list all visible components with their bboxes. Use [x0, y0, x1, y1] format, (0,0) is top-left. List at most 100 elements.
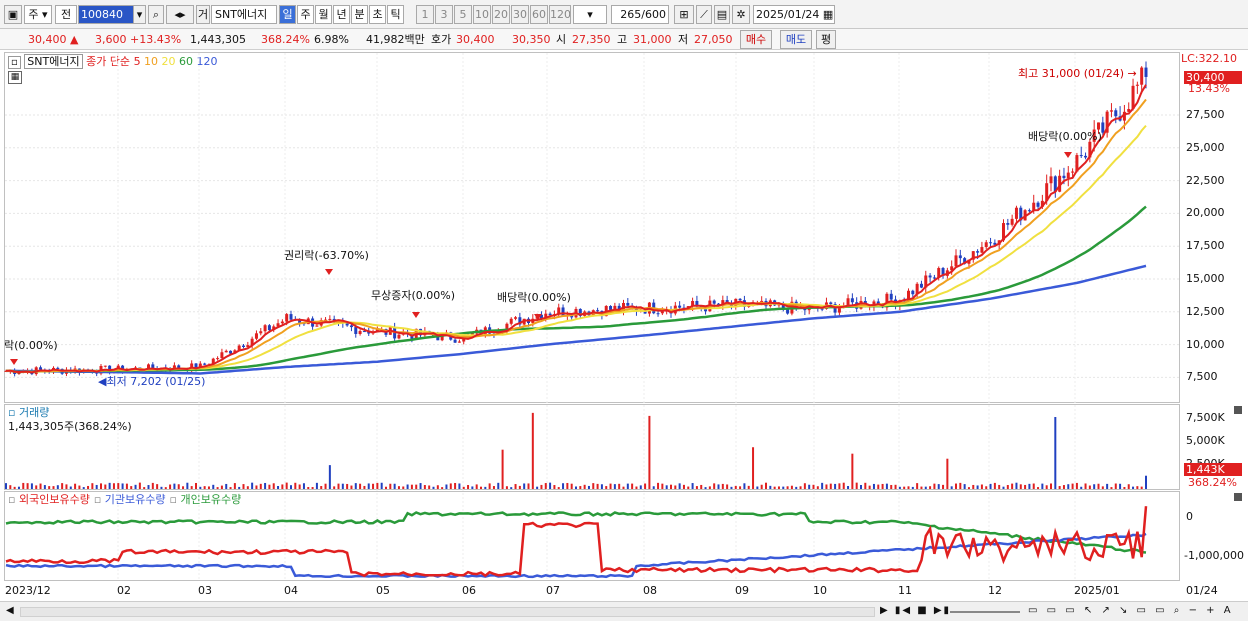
- scroll-track[interactable]: [20, 607, 875, 617]
- save-icon[interactable]: ▤: [714, 5, 730, 24]
- x-axis-label: 03: [198, 584, 212, 597]
- period-6[interactable]: 틱: [387, 5, 404, 24]
- price-change: 3,600: [95, 33, 127, 46]
- holding-legend-2: ▫ 개인보유수량: [169, 493, 242, 506]
- interval-10[interactable]: 10: [473, 5, 491, 24]
- interval-20[interactable]: 20: [492, 5, 510, 24]
- count-field[interactable]: 265/600: [611, 5, 669, 24]
- ma-legend-60: 60: [175, 55, 194, 68]
- price-ytick: 12,500: [1186, 304, 1225, 318]
- volume-value-label: 1,443,305주(368.24%): [8, 420, 132, 433]
- eval-button[interactable]: 평: [816, 30, 836, 49]
- price-ytick: 15,000: [1186, 272, 1225, 285]
- open-price: 27,350: [572, 33, 611, 46]
- search-icon[interactable]: ⌕: [148, 5, 164, 24]
- interval-30[interactable]: 30: [511, 5, 529, 24]
- buy-button[interactable]: 매수: [740, 30, 772, 49]
- stock-name-field[interactable]: SNT에너지: [211, 5, 277, 24]
- x-axis-label: 07: [546, 584, 560, 597]
- volume-last-tag: 1,443K: [1184, 463, 1242, 476]
- interval-1[interactable]: 1: [416, 5, 434, 24]
- x-axis-label: 05: [376, 584, 390, 597]
- annotation-low: ◀최저 7,202 (01/25): [98, 375, 206, 388]
- period-3[interactable]: 년: [333, 5, 350, 24]
- volume-ytick: 5,000K: [1186, 434, 1225, 447]
- main-toolbar: ▣ 주 ▾ 전 100840 ▾ ⌕ ◂▸ 거 SNT에너지 일주월년분초틱 1…: [0, 0, 1248, 29]
- ma-legend-5: 5: [133, 55, 141, 68]
- price-ytick: 27,500: [1186, 108, 1225, 121]
- period-2[interactable]: 월: [315, 5, 332, 24]
- annotation-rights: 권리락(-63.70%): [284, 249, 369, 262]
- period-1[interactable]: 주: [297, 5, 314, 24]
- x-axis-label: 12: [988, 584, 1002, 597]
- high-label: 고: [617, 33, 628, 46]
- draw-icon[interactable]: ⟋: [696, 5, 712, 24]
- x-axis-label: 06: [462, 584, 476, 597]
- ma-legend-10: 10: [140, 55, 159, 68]
- calculator-icon[interactable]: ▦: [8, 71, 22, 84]
- period-4[interactable]: 분: [351, 5, 368, 24]
- stock-code-input[interactable]: 100840: [78, 5, 134, 24]
- stock-kind-label: 거: [196, 5, 210, 24]
- pane-close-icon-2[interactable]: [1234, 493, 1242, 501]
- zoom-slider[interactable]: [950, 611, 1020, 613]
- ma-legend-120: 120: [193, 55, 218, 68]
- date-field[interactable]: 2025/01/24 ▦: [753, 5, 835, 24]
- x-axis-label: 09: [735, 584, 749, 597]
- x-axis-label: 02: [117, 584, 131, 597]
- open-label: 시: [556, 33, 567, 46]
- quote-bar: 30,400 ▲ 3,600 +13.43% 1,443,305 368.24%…: [0, 29, 1248, 50]
- gear-icon[interactable]: ✲: [732, 5, 750, 24]
- price-pane: [4, 52, 1180, 403]
- candle-icon[interactable]: ⊞: [674, 5, 694, 24]
- interval-120[interactable]: 120: [549, 5, 571, 24]
- amount: 41,982백만: [366, 33, 425, 46]
- lc-label: LC:322.10: [1181, 52, 1238, 65]
- high-price: 31,000: [633, 33, 672, 46]
- turnover: 6.98%: [314, 33, 349, 46]
- volume-value: 1,443,305: [190, 33, 246, 46]
- sell-button[interactable]: 매도: [780, 30, 812, 49]
- code-dropdown-icon[interactable]: ▾: [133, 5, 146, 24]
- interval-dropdown[interactable]: ▾: [573, 5, 607, 24]
- period-0[interactable]: 일: [279, 5, 296, 24]
- interval-5[interactable]: 5: [454, 5, 472, 24]
- current-price: 30,400 ▲: [28, 33, 79, 46]
- price-ytick: 7,500: [1186, 370, 1218, 384]
- annotation-left: 락(0.00%): [4, 339, 58, 352]
- volume-last-pct: 368.24%: [1188, 476, 1237, 489]
- x-axis-label: 04: [284, 584, 298, 597]
- legend-marker-icon: ▫: [8, 56, 21, 69]
- tool-icons[interactable]: ▭ ▭ ▭ ↖ ↗ ↘ ▭ ▭ ⌕ − + A: [1028, 605, 1234, 616]
- price-legend: ▫ SNT에너지 종가 단순 5 10 20 60 120: [8, 53, 218, 69]
- ma-legend-20: 20: [158, 55, 176, 68]
- low-price: 27,050: [694, 33, 733, 46]
- volume-pane: [4, 404, 1180, 490]
- scroll-left-icon[interactable]: ◀: [6, 605, 14, 616]
- legend-series-label: 종가 단순: [86, 55, 131, 68]
- market-select[interactable]: 전: [55, 5, 77, 24]
- price-change-pct: +13.43%: [130, 33, 182, 46]
- chart-type-select[interactable]: 주 ▾: [24, 5, 52, 24]
- x-axis-last: 01/24: [1186, 584, 1218, 597]
- holding-legend-1: ▫ 기관보유수량: [93, 493, 166, 506]
- bottom-scrollbar[interactable]: ◀ ▶ ▮◀ ■ ▶▮ ▭ ▭ ▭ ↖ ↗ ↘ ▭ ▭ ⌕ − + A: [0, 601, 1248, 621]
- volume-pct: 368.24%: [261, 33, 310, 46]
- speaker-icon[interactable]: ◂▸: [166, 5, 194, 24]
- price-ytick: 20,000: [1186, 206, 1225, 220]
- bid-price: 30,350: [512, 33, 551, 46]
- x-axis-label: 08: [643, 584, 657, 597]
- holding-legend-0: ▫ 외국인보유수량: [8, 493, 90, 506]
- last-pct-label: 13.43%: [1188, 82, 1230, 95]
- interval-60[interactable]: 60: [530, 5, 548, 24]
- price-ytick: 25,000: [1186, 140, 1225, 154]
- price-ytick: 17,500: [1186, 239, 1225, 253]
- nav-buttons[interactable]: ▶ ▮◀ ■ ▶▮: [880, 605, 951, 616]
- legend-stock-name[interactable]: SNT에너지: [24, 54, 83, 69]
- period-5[interactable]: 초: [369, 5, 386, 24]
- pane-close-icon[interactable]: [1234, 406, 1242, 414]
- layout-icon[interactable]: ▣: [4, 5, 22, 24]
- low-label: 저: [678, 33, 689, 46]
- interval-3[interactable]: 3: [435, 5, 453, 24]
- x-axis-label: 10: [813, 584, 827, 597]
